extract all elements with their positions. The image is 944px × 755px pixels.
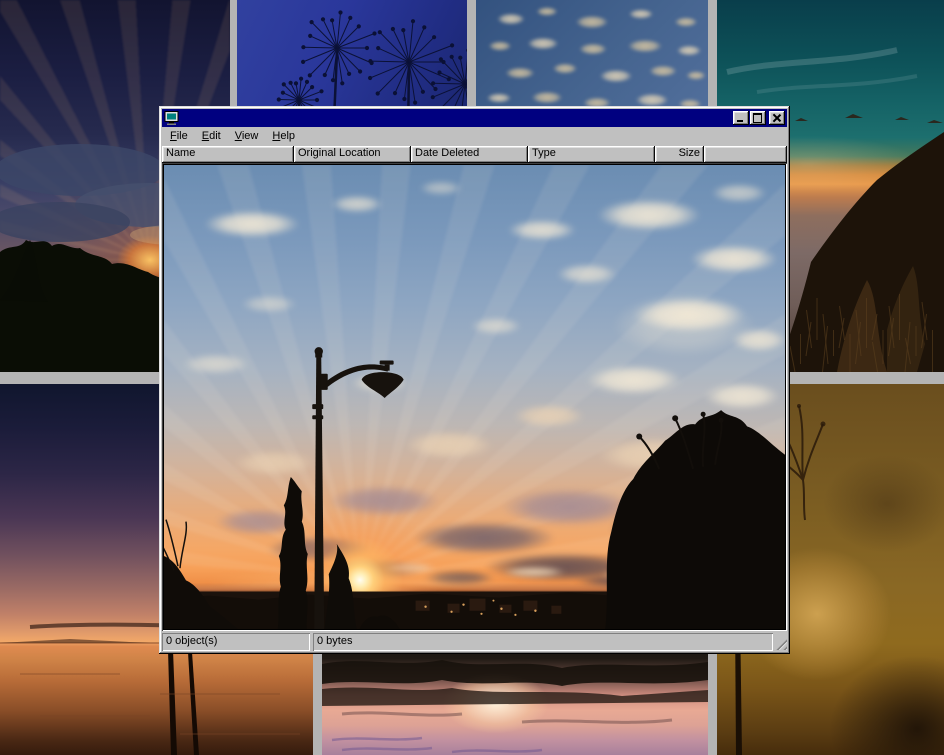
- maximize-icon: [753, 113, 762, 123]
- menu-bar: FileEditViewHelp: [162, 127, 787, 146]
- menu-item-help[interactable]: Help: [265, 128, 302, 145]
- column-header-type[interactable]: Type: [528, 146, 655, 163]
- menu-item-file[interactable]: File: [163, 128, 195, 145]
- cloud: [596, 68, 636, 84]
- window-titlebar[interactable]: [162, 109, 787, 127]
- window-controls: [732, 111, 785, 125]
- cloud: [576, 42, 610, 56]
- cloud: [494, 12, 528, 26]
- cloud: [684, 70, 708, 81]
- cloud: [674, 44, 704, 57]
- cloud: [528, 90, 566, 105]
- list-view[interactable]: [162, 163, 787, 631]
- cypress-tree-silhouette: [278, 477, 308, 629]
- computer-icon[interactable]: [164, 111, 180, 125]
- sunset-streetlamp-photo: [164, 165, 785, 629]
- cloud: [502, 66, 538, 80]
- column-header-filler[interactable]: [704, 146, 787, 163]
- cloud: [646, 64, 680, 78]
- cloud: [572, 14, 612, 30]
- column-header-date-deleted[interactable]: Date Deleted: [411, 146, 528, 163]
- cloud: [486, 40, 514, 52]
- recycle-bin-window: FileEditViewHelp NameOriginal LocationDa…: [159, 106, 790, 654]
- cloud: [550, 62, 580, 75]
- minimize-icon: [737, 120, 743, 122]
- cloud: [524, 36, 562, 51]
- right-tree-silhouette: [605, 410, 785, 629]
- maximize-button[interactable]: [750, 111, 766, 125]
- status-bar: 0 object(s) 0 bytes: [162, 633, 787, 651]
- cloud: [672, 16, 700, 28]
- column-header-original-location[interactable]: Original Location: [294, 146, 411, 163]
- column-header-name[interactable]: Name: [162, 146, 294, 163]
- cloud: [624, 38, 666, 54]
- cloud: [484, 92, 514, 104]
- cloud: [534, 6, 560, 17]
- column-header-size[interactable]: Size: [655, 146, 704, 163]
- close-button[interactable]: [769, 111, 785, 125]
- close-icon: [772, 114, 781, 122]
- silhouette-overlay: [164, 165, 785, 629]
- minimize-button[interactable]: [733, 111, 749, 125]
- status-size: 0 bytes: [313, 633, 773, 651]
- resize-grip[interactable]: [774, 637, 787, 650]
- cloud: [626, 8, 656, 20]
- street-lamp-silhouette: [312, 347, 403, 629]
- menu-item-edit[interactable]: Edit: [195, 128, 228, 145]
- menu-item-view[interactable]: View: [228, 128, 266, 145]
- status-object-count: 0 object(s): [162, 633, 310, 651]
- column-header-row: NameOriginal LocationDate DeletedTypeSiz…: [162, 146, 787, 163]
